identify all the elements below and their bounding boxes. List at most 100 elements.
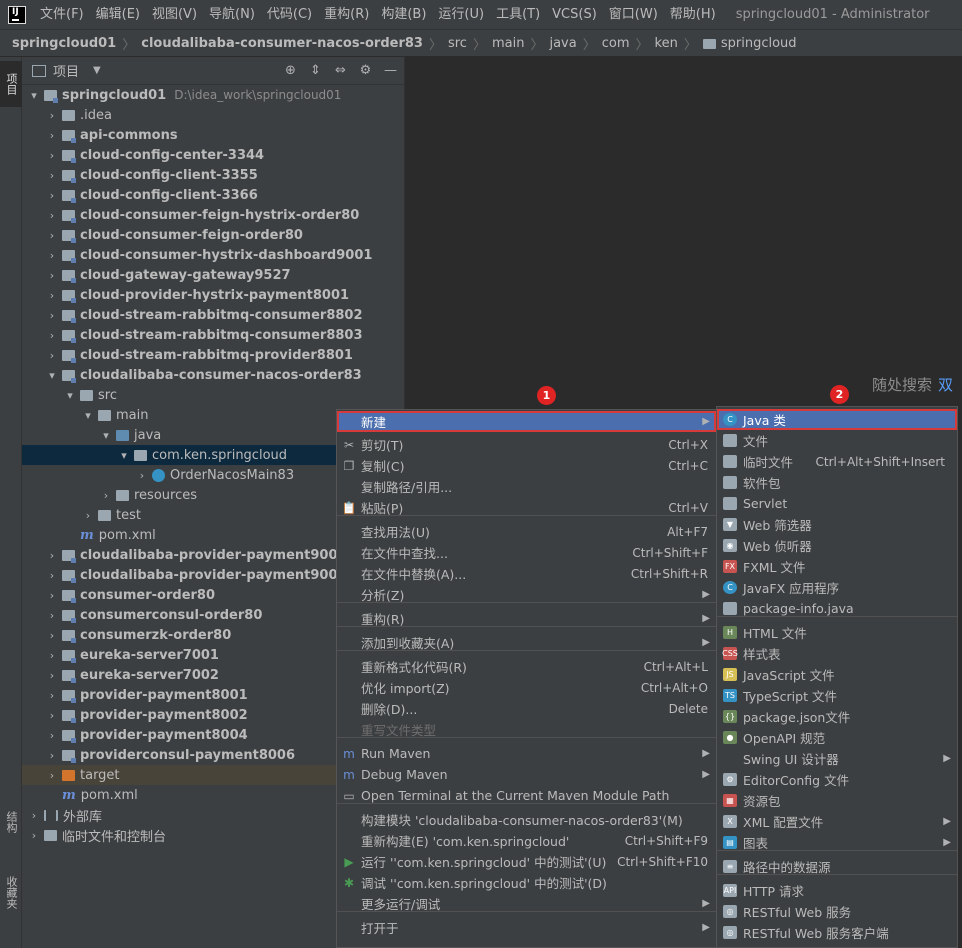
chevron-right-icon[interactable]: › bbox=[46, 229, 58, 242]
new-submenu-item[interactable]: {} package.json文件 bbox=[717, 706, 957, 727]
chevron-right-icon[interactable]: › bbox=[46, 589, 58, 602]
chevron-right-icon[interactable]: › bbox=[46, 289, 58, 302]
new-submenu-item[interactable]: JS JavaScript 文件 bbox=[717, 664, 957, 685]
tree-row[interactable]: ▾ src bbox=[22, 385, 405, 405]
chevron-right-icon[interactable]: › bbox=[46, 269, 58, 282]
menu-item[interactable]: 窗口(W) bbox=[603, 0, 664, 29]
context-menu-item[interactable]: 复制路径/引用... bbox=[337, 476, 716, 497]
new-submenu-item[interactable]: H HTML 文件 bbox=[717, 622, 957, 643]
tree-row[interactable]: › cloud-gateway-gateway9527 bbox=[22, 265, 405, 285]
chevron-right-icon[interactable]: › bbox=[46, 749, 58, 762]
menu-item[interactable]: 代码(C) bbox=[261, 0, 318, 29]
gear-icon[interactable]: ⚙ bbox=[358, 63, 373, 78]
breadcrumb-item[interactable]: springcloud bbox=[721, 36, 797, 51]
chevron-right-icon[interactable]: › bbox=[82, 509, 94, 522]
chevron-right-icon[interactable]: › bbox=[136, 469, 148, 482]
context-menu-item[interactable]: 更多运行/调试 ▶ bbox=[337, 893, 716, 914]
chevron-right-icon[interactable]: › bbox=[46, 149, 58, 162]
menu-item[interactable]: 文件(F) bbox=[34, 0, 90, 29]
tree-row[interactable]: › cloud-consumer-feign-hystrix-order80 bbox=[22, 205, 405, 225]
new-submenu-item[interactable]: ◎ RESTful Web 服务客户端 bbox=[717, 922, 957, 943]
new-submenu-item[interactable]: ⚙ EditorConfig 文件 bbox=[717, 769, 957, 790]
new-submenu-item[interactable]: ▦ 资源包 bbox=[717, 790, 957, 811]
context-menu-item[interactable]: 删除(D)... Delete bbox=[337, 698, 716, 719]
chevron-right-icon[interactable]: › bbox=[46, 549, 58, 562]
menu-item[interactable]: 重构(R) bbox=[318, 0, 375, 29]
context-menu-item[interactable]: 查找用法(U) Alt+F7 bbox=[337, 521, 716, 542]
context-menu-item[interactable]: ✱ 调试 ''com.ken.springcloud' 中的测试'(D) bbox=[337, 872, 716, 893]
context-menu-item[interactable]: m Run Maven ▶ bbox=[337, 743, 716, 764]
tree-row[interactable]: › cloud-consumer-feign-order80 bbox=[22, 225, 405, 245]
breadcrumb-item[interactable]: main bbox=[492, 36, 524, 51]
new-submenu-item[interactable]: ● OpenAPI 规范 bbox=[717, 727, 957, 748]
chevron-right-icon[interactable]: › bbox=[46, 709, 58, 722]
menu-item[interactable]: 视图(V) bbox=[146, 0, 203, 29]
menu-item[interactable]: 编辑(E) bbox=[90, 0, 146, 29]
chevron-right-icon[interactable]: › bbox=[28, 809, 40, 822]
new-submenu-item[interactable]: package-info.java bbox=[717, 598, 957, 619]
new-submenu-item[interactable]: C Java 类 bbox=[717, 409, 957, 430]
context-menu-item[interactable]: 打开于 ▶ bbox=[337, 917, 716, 938]
chevron-right-icon[interactable]: › bbox=[46, 629, 58, 642]
context-menu-item[interactable]: 在文件中查找... Ctrl+Shift+F bbox=[337, 542, 716, 563]
tree-row[interactable]: ▾ cloudalibaba-consumer-nacos-order83 bbox=[22, 365, 405, 385]
structure-tool-tab[interactable]: 结构 bbox=[0, 802, 22, 842]
context-menu-item[interactable]: ▶ 运行 ''com.ken.springcloud' 中的测试'(U) Ctrl+… bbox=[337, 851, 716, 872]
menu-item[interactable]: 导航(N) bbox=[203, 0, 261, 29]
tree-row[interactable]: › cloud-provider-hystrix-payment8001 bbox=[22, 285, 405, 305]
tree-row[interactable]: › cloud-config-center-3344 bbox=[22, 145, 405, 165]
chevron-right-icon[interactable]: › bbox=[46, 169, 58, 182]
context-menu-item[interactable]: ✂ 剪切(T) Ctrl+X bbox=[337, 434, 716, 455]
chevron-right-icon[interactable]: › bbox=[46, 309, 58, 322]
context-menu-item[interactable]: ❐ 复制(C) Ctrl+C bbox=[337, 455, 716, 476]
new-submenu-item[interactable]: FX FXML 文件 bbox=[717, 556, 957, 577]
panel-title[interactable]: 项目 bbox=[53, 61, 79, 80]
tree-row[interactable]: › cloud-config-client-3355 bbox=[22, 165, 405, 185]
new-submenu-item[interactable]: 临时文件 Ctrl+Alt+Shift+Insert bbox=[717, 451, 957, 472]
new-submenu-item[interactable]: X XML 配置文件 ▶ bbox=[717, 811, 957, 832]
chevron-down-icon[interactable]: ▼ bbox=[93, 65, 101, 76]
context-menu-item[interactable]: 优化 import(Z) Ctrl+Alt+O bbox=[337, 677, 716, 698]
collapse-all-icon[interactable]: ⇔ bbox=[333, 63, 348, 78]
tree-row[interactable]: › api-commons bbox=[22, 125, 405, 145]
breadcrumb-item[interactable]: springcloud01 bbox=[12, 36, 116, 51]
chevron-right-icon[interactable]: › bbox=[46, 769, 58, 782]
context-menu-item[interactable]: 构建模块 'cloudalibaba-consumer-nacos-order8… bbox=[337, 809, 716, 830]
chevron-right-icon[interactable]: › bbox=[46, 329, 58, 342]
project-tool-tab[interactable]: 项目 bbox=[0, 61, 22, 107]
favorites-tool-tab[interactable]: 收藏夹 bbox=[0, 862, 22, 922]
new-submenu-item[interactable]: 软件包 bbox=[717, 472, 957, 493]
new-submenu-item[interactable]: ◉ Web 侦听器 bbox=[717, 535, 957, 556]
context-menu-item[interactable]: 📋 粘贴(P) Ctrl+V bbox=[337, 497, 716, 518]
menu-item[interactable]: 工具(T) bbox=[490, 0, 546, 29]
minimize-icon[interactable]: — bbox=[383, 63, 398, 78]
expand-all-icon[interactable]: ⇕ bbox=[308, 63, 323, 78]
chevron-right-icon[interactable]: › bbox=[46, 609, 58, 622]
chevron-right-icon[interactable]: › bbox=[46, 249, 58, 262]
chevron-down-icon[interactable]: ▾ bbox=[46, 369, 58, 382]
chevron-right-icon[interactable]: › bbox=[46, 189, 58, 202]
menu-item[interactable]: 构建(B) bbox=[375, 0, 432, 29]
tree-row[interactable]: › cloud-config-client-3366 bbox=[22, 185, 405, 205]
chevron-right-icon[interactable]: › bbox=[46, 669, 58, 682]
tree-row[interactable]: › cloud-stream-rabbitmq-consumer8803 bbox=[22, 325, 405, 345]
chevron-right-icon[interactable]: › bbox=[46, 729, 58, 742]
context-menu-item[interactable]: ▭ Open Terminal at the Current Maven Modu… bbox=[337, 785, 716, 806]
menu-item[interactable]: VCS(S) bbox=[546, 0, 603, 29]
chevron-down-icon[interactable]: ▾ bbox=[118, 449, 130, 462]
new-submenu-item[interactable]: ▼ Web 筛选器 bbox=[717, 514, 957, 535]
context-menu-item[interactable]: 重新格式化代码(R) Ctrl+Alt+L bbox=[337, 656, 716, 677]
context-menu-item[interactable]: 添加到收藏夹(A) ▶ bbox=[337, 632, 716, 653]
chevron-right-icon[interactable]: › bbox=[46, 209, 58, 222]
chevron-down-icon[interactable]: ▾ bbox=[82, 409, 94, 422]
new-submenu-item[interactable]: ▤ 图表 ▶ bbox=[717, 832, 957, 853]
new-submenu-item[interactable]: C JavaFX 应用程序 bbox=[717, 577, 957, 598]
context-menu-item[interactable]: 在文件中替换(A)... Ctrl+Shift+R bbox=[337, 563, 716, 584]
breadcrumb-item[interactable]: cloudalibaba-consumer-nacos-order83 bbox=[141, 36, 423, 51]
context-menu-item[interactable]: 重新构建(E) 'com.ken.springcloud' Ctrl+Shift+… bbox=[337, 830, 716, 851]
tree-row[interactable]: › cloud-stream-rabbitmq-consumer8802 bbox=[22, 305, 405, 325]
new-submenu-item[interactable]: API HTTP 请求 bbox=[717, 880, 957, 901]
chevron-right-icon[interactable]: › bbox=[46, 109, 58, 122]
chevron-right-icon[interactable]: › bbox=[46, 649, 58, 662]
context-menu-item[interactable]: m Debug Maven ▶ bbox=[337, 764, 716, 785]
